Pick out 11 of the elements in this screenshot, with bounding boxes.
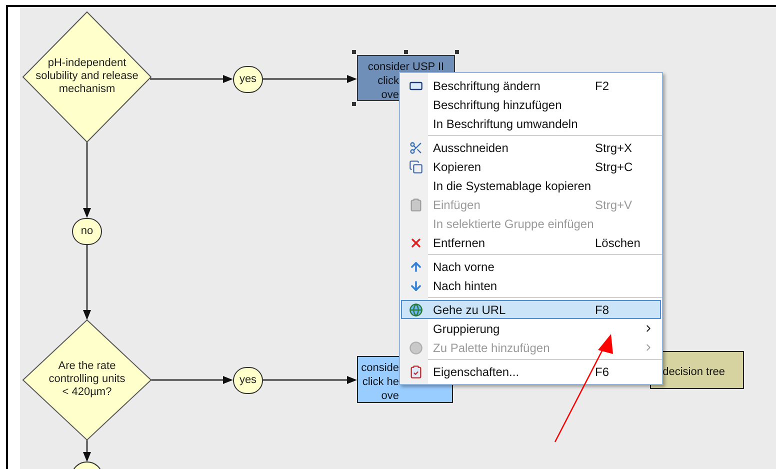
decision-text: pH-independent solubility and release mechanism [34,57,140,96]
menu-item[interactable]: Kopieren Strg+C [401,157,661,176]
menu-item[interactable]: In Beschriftung umwandeln [401,114,661,133]
menu-item[interactable]: Gruppierung [401,319,661,338]
menu-item[interactable]: Entfernen Löschen [401,233,661,252]
menu-item[interactable]: Nach hinten [401,276,661,295]
decision-text: Are the rate controlling units < 420µm? [48,360,126,399]
menu-item[interactable]: In die Systemablage kopieren [401,176,661,195]
menu-item[interactable]: Gehe zu URL F8 [401,300,661,319]
menu-item[interactable]: Nach vorne [401,257,661,276]
menu-item[interactable]: Ausschneiden Strg+X [401,138,661,157]
